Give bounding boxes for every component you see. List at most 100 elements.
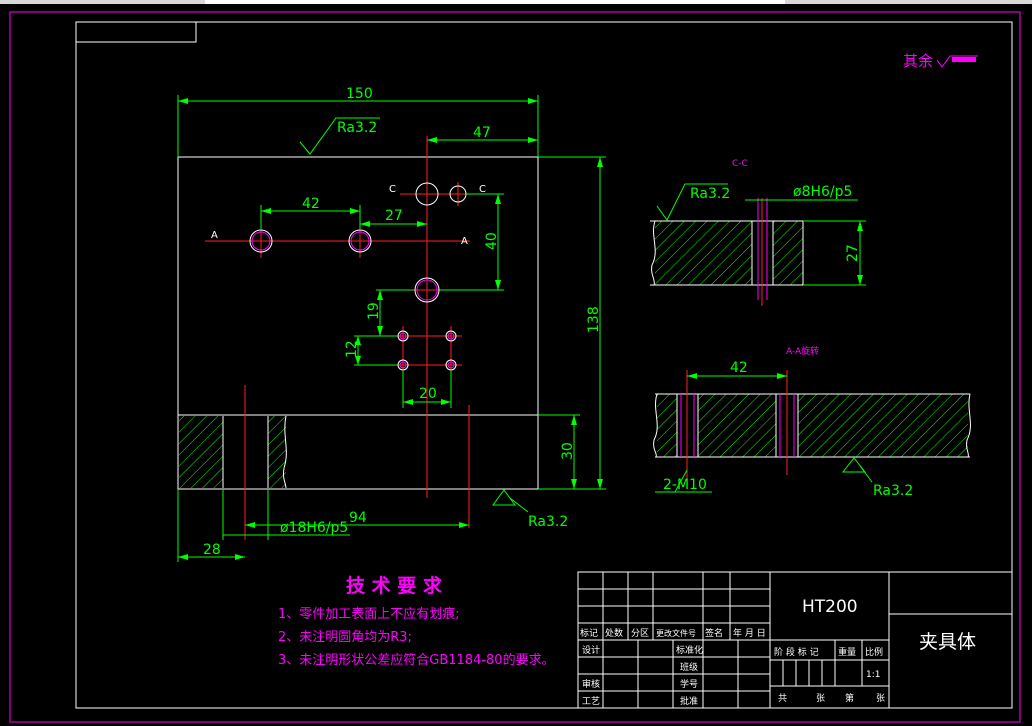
section-c-c-roughness-text: Ra3.2	[690, 186, 730, 202]
section-a-a: A-A旋转 42 2-M10 Ra3.2	[653, 345, 971, 499]
section-a-a-dim-text: 42	[730, 360, 748, 376]
dim-27-text: 27	[385, 208, 403, 224]
section-c-c-dim-arrow-top	[857, 221, 863, 231]
dim-30-arrow-bot	[571, 479, 577, 489]
dim-20-arrow-right	[441, 399, 451, 405]
tb-total: 共	[778, 693, 787, 704]
section-c-c-hatch-right	[773, 221, 803, 285]
section-a-a-m10-text: 2-M10	[663, 477, 707, 493]
section-a-right-label: A	[461, 236, 468, 247]
dim-138-arrow-bot	[597, 479, 603, 489]
section-c-c: C-C Ra3.2 ø8H6/p5 27	[650, 159, 866, 306]
tb-header-doc: 更改文件号	[656, 628, 696, 638]
section-c-c-fit-text: ø8H6/p5	[793, 184, 852, 200]
section-c-c-break	[651, 220, 656, 286]
requirement-item-2: 2、未注明圆角均为R3;	[278, 630, 412, 645]
dim-94-text: 94	[349, 510, 367, 526]
tb-header-count: 处数	[605, 627, 623, 639]
requirement-item-3: 3、未注明形状公差应符合GB1184-80的要求。	[278, 652, 555, 668]
drawing-canvas: 其余 A A C C 150 Ra3.2 47 42 27 40 19 12 2…	[9, 11, 1021, 723]
section-a-a-hatch-3	[798, 394, 968, 457]
section-c-left-label: C	[389, 184, 396, 195]
tb-header-sign: 签名	[705, 627, 723, 639]
dim-47-arrow-right	[528, 137, 538, 143]
section-a-a-break-left	[653, 393, 658, 458]
tb-material: HT200	[802, 597, 858, 617]
dim-27-arrow-right	[417, 221, 427, 227]
tb-page: 第	[845, 692, 854, 704]
tb-class: 班级	[680, 661, 698, 673]
tb-header-mark: 标记	[580, 627, 598, 639]
dim-150-arrow-left	[178, 98, 188, 104]
technical-requirements: 技 术 要 求 1、零件加工表面上不应有划痕; 2、未注明圆角均为R3; 3、未…	[278, 574, 555, 668]
requirements-title: 技 术 要 求	[346, 574, 443, 597]
tb-header-date: 年 月 日	[733, 627, 766, 639]
dim-40-arrow-top	[495, 194, 501, 204]
dim-28-text: 28	[203, 542, 221, 558]
tb-design: 设计	[582, 644, 600, 656]
dim-47-text: 47	[473, 125, 491, 141]
dim-18-fit-text: ø18H6/p5	[280, 520, 348, 536]
dim-138-arrow-top	[597, 157, 603, 167]
dim-20-text: 20	[419, 386, 437, 402]
dim-42-arrow-right	[350, 208, 360, 214]
dim-19-text: 19	[366, 302, 382, 320]
tb-header-zone: 分区	[631, 628, 649, 639]
dim-42-arrow-left	[261, 208, 271, 214]
outer-border	[9, 11, 1021, 723]
dim-40-text: 40	[484, 232, 500, 250]
tb-stage-mark: 阶 段 标 记	[774, 646, 819, 658]
tb-student-no: 学号	[680, 678, 698, 690]
dim-30-text: 30	[560, 442, 576, 460]
dim-94-arrow-right	[459, 522, 469, 528]
tb-weight: 重量	[838, 646, 856, 658]
dim-150-arrow-right	[528, 98, 538, 104]
dim-20-arrow-left	[403, 399, 413, 405]
tb-check: 审核	[582, 678, 600, 690]
section-a-a-dim-arrow-left	[687, 373, 697, 379]
dim-30-arrow-top	[571, 415, 577, 425]
tb-scale-value: 1:1	[866, 670, 880, 680]
section-a-a-hatch-2	[698, 394, 776, 457]
tb-standardize: 标准化	[676, 644, 703, 656]
dim-28-arrow-left	[178, 554, 188, 560]
roughness-bottom-symbol	[492, 489, 516, 506]
tb-sheets: 张	[816, 693, 825, 704]
main-body-outline	[177, 156, 539, 490]
dim-19-arrow-bot	[377, 326, 383, 336]
section-c-right-label: C	[479, 184, 486, 195]
section-a-left-label: A	[211, 230, 218, 241]
base-hatch-left	[179, 416, 223, 488]
corner-box	[75, 21, 197, 43]
tb-process: 工艺	[582, 696, 600, 707]
dim-19-arrow-top	[377, 290, 383, 300]
section-c-c-hatch-left	[655, 221, 752, 285]
section-a-a-title: A-A旋转	[786, 345, 819, 357]
section-c-c-title: C-C	[732, 159, 748, 169]
dim-42-text: 42	[302, 196, 320, 212]
section-a-a-roughness-leader	[859, 465, 873, 483]
section-c-c-dim-arrow-bot	[857, 275, 863, 285]
inner-border	[75, 21, 1013, 709]
dim-40-arrow-bot	[495, 280, 501, 290]
section-a-a-dim-arrow-right	[777, 373, 787, 379]
tb-part-name: 夹具体	[919, 631, 976, 653]
dim-47-arrow-left	[427, 137, 437, 143]
title-block: HT200 夹具体 标记 处数 分区 更改文件号 签名 年 月 日 设计 标准化…	[577, 571, 1013, 709]
general-roughness-value-box	[952, 57, 976, 62]
section-a-a-roughness-text: Ra3.2	[873, 483, 913, 499]
tb-approve: 批准	[680, 695, 698, 707]
roughness-bottom-text: Ra3.2	[528, 514, 568, 530]
dim-28-arrow-right	[235, 554, 245, 560]
general-roughness-label: 其余	[903, 52, 933, 70]
dim-138-text: 138	[586, 306, 602, 333]
dim-12-text: 12	[344, 340, 360, 358]
dim-27-arrow-left	[360, 221, 370, 227]
dim-150-text: 150	[346, 86, 373, 102]
main-view: A A C C 150 Ra3.2 47 42 27 40 19 12 20 1…	[177, 86, 606, 562]
section-c-c-dim-text: 27	[845, 244, 861, 262]
dim-94-arrow-left	[245, 522, 255, 528]
roughness-top-text: Ra3.2	[337, 120, 377, 136]
tb-scale: 比例	[865, 646, 883, 658]
requirement-item-1: 1、零件加工表面上不应有划痕;	[278, 606, 460, 622]
